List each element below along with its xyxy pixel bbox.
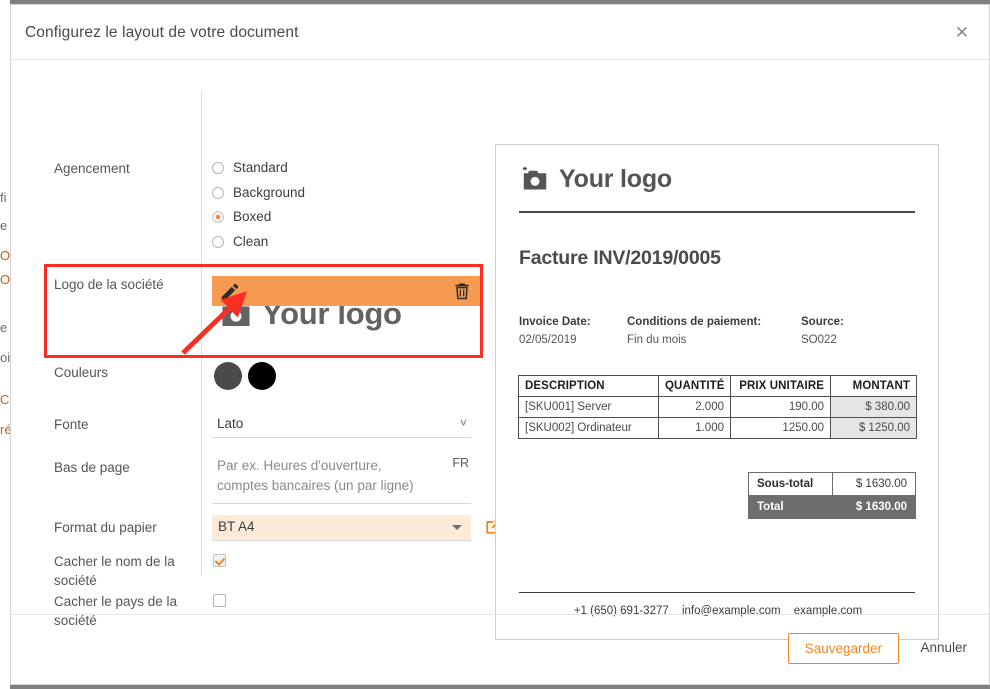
- font-select[interactable]: Lato ˅: [212, 414, 471, 438]
- paper-format-select[interactable]: BT A4: [212, 515, 471, 541]
- column-header-description: DESCRIPTION: [518, 375, 659, 397]
- dialog-footer: Sauvegarder Annuler: [11, 614, 989, 684]
- column-header-unit-price: PRIX UNITAIRE: [730, 375, 831, 397]
- preview-totals-table: Sous-total $ 1630.00 Total $ 1630.00: [748, 472, 916, 519]
- table-row: [SKU002] Ordinateur 1.000 1250.00 $ 1250…: [518, 417, 917, 439]
- cancel-button[interactable]: Annuler: [920, 640, 967, 655]
- color-swatch-primary[interactable]: [214, 362, 242, 390]
- radio-icon-selected: [212, 210, 224, 223]
- form-divider: [201, 90, 202, 575]
- radio-label: Boxed: [233, 209, 272, 224]
- radio-icon: [212, 186, 224, 199]
- cell-unit-price: 190.00: [730, 396, 831, 418]
- column-header-amount: MONTANT: [830, 375, 917, 397]
- cell-amount: $ 1250.00: [830, 417, 917, 439]
- preview-logo: Your logo: [520, 165, 672, 194]
- settings-form: Agencement Standard Background Boxed Cle…: [11, 60, 506, 628]
- layout-label: Agencement: [54, 161, 130, 176]
- page-footer-label: Bas de page: [54, 460, 130, 475]
- radio-option-background[interactable]: Background: [212, 185, 305, 200]
- cell-unit-price: 1250.00: [730, 417, 831, 439]
- table-row: [SKU001] Server 2.000 190.00 $ 380.00: [518, 396, 917, 418]
- company-logo-widget[interactable]: Your logo: [212, 276, 480, 344]
- preview-line-items-table: DESCRIPTION QUANTITÉ PRIX UNITAIRE MONTA…: [518, 375, 917, 439]
- bg-fragment: e: [0, 320, 8, 335]
- page-footer-input[interactable]: Par ex. Heures d'ouverture, comptes banc…: [212, 456, 471, 504]
- meta-label: Source:: [801, 316, 844, 328]
- preview-meta-invoice-date: Invoice Date: 02/05/2019: [519, 316, 591, 346]
- close-icon[interactable]: ✕: [949, 20, 975, 46]
- chevron-down-icon: [452, 525, 462, 530]
- preview-document-title: Facture INV/2019/0005: [519, 247, 721, 269]
- pencil-icon[interactable]: [219, 281, 241, 303]
- colors-label: Couleurs: [54, 365, 109, 380]
- cell-amount: $ 380.00: [830, 396, 917, 418]
- preview-header-rule: [519, 211, 915, 213]
- preview-meta-payment-terms: Conditions de paiement: Fin du mois: [627, 316, 761, 346]
- hide-company-name-label: Cacher le nom de la société: [54, 554, 175, 588]
- hide-company-name-checkbox[interactable]: [213, 554, 226, 567]
- radio-option-standard[interactable]: Standard: [212, 160, 288, 175]
- dialog-body: Agencement Standard Background Boxed Cle…: [11, 60, 989, 640]
- dialog-title: Configurez le layout de votre document: [25, 24, 299, 41]
- radio-label: Background: [233, 185, 306, 200]
- bg-fragment: ré: [0, 422, 10, 437]
- logo-toolbar: [212, 276, 480, 306]
- meta-value: SO022: [801, 334, 837, 346]
- meta-label: Conditions de paiement:: [627, 316, 762, 328]
- hide-company-country-checkbox[interactable]: [213, 594, 226, 607]
- radio-label: Standard: [233, 160, 288, 175]
- bg-fragment: fi: [0, 190, 7, 205]
- background-page: fi e O O e oi C ré: [0, 0, 10, 689]
- dialog-header: Configurez le layout de votre document ✕: [11, 5, 989, 60]
- cell-description: [SKU001] Server: [518, 396, 659, 418]
- total-value: $ 1630.00: [831, 495, 916, 519]
- bg-fragment: oi: [0, 350, 10, 365]
- bg-fragment: C: [0, 392, 10, 407]
- preview-meta-source: Source: SO022: [801, 316, 844, 346]
- totals-row-total: Total $ 1630.00: [748, 495, 916, 519]
- font-label: Fonte: [54, 417, 89, 432]
- radio-icon: [212, 161, 224, 174]
- company-logo-label: Logo de la société: [54, 277, 164, 292]
- trash-icon[interactable]: [452, 281, 472, 301]
- chevron-down-icon: ˅: [459, 416, 467, 430]
- radio-icon: [212, 235, 224, 248]
- meta-label: Invoice Date:: [519, 316, 591, 328]
- subtotal-label: Sous-total: [748, 472, 833, 496]
- radio-label: Clean: [233, 234, 269, 249]
- color-swatch-secondary[interactable]: [248, 362, 276, 390]
- paper-format-label: Format du papier: [54, 520, 157, 535]
- radio-option-boxed[interactable]: Boxed: [212, 209, 271, 224]
- column-header-quantity: QUANTITÉ: [658, 375, 731, 397]
- totals-row-subtotal: Sous-total $ 1630.00: [748, 472, 916, 496]
- meta-value: 02/05/2019: [519, 334, 577, 346]
- radio-option-clean[interactable]: Clean: [212, 234, 268, 249]
- preview-footer-rule: [519, 591, 915, 593]
- bg-fragment: O: [0, 248, 10, 263]
- cell-description: [SKU002] Ordinateur: [518, 417, 659, 439]
- paper-format-value: BT A4: [218, 519, 255, 534]
- total-label: Total: [748, 495, 833, 519]
- bg-fragment: e: [0, 218, 8, 233]
- table-header-row: DESCRIPTION QUANTITÉ PRIX UNITAIRE MONTA…: [518, 375, 917, 397]
- camera-add-icon: [522, 167, 547, 190]
- cell-quantity: 2.000: [658, 396, 731, 418]
- subtotal-value: $ 1630.00: [831, 472, 916, 496]
- preview-logo-text: Your logo: [559, 165, 672, 193]
- meta-value: Fin du mois: [627, 334, 687, 346]
- document-preview: Your logo Facture INV/2019/0005 Invoice …: [495, 144, 939, 640]
- configure-layout-dialog: Configurez le layout de votre document ✕…: [10, 4, 990, 685]
- font-value: Lato: [217, 416, 244, 431]
- cell-quantity: 1.000: [658, 417, 731, 439]
- bg-fragment: O: [0, 272, 10, 287]
- save-button[interactable]: Sauvegarder: [787, 633, 899, 664]
- page-footer-placeholder: Par ex. Heures d'ouverture, comptes banc…: [217, 458, 414, 493]
- language-badge[interactable]: FR: [452, 456, 469, 470]
